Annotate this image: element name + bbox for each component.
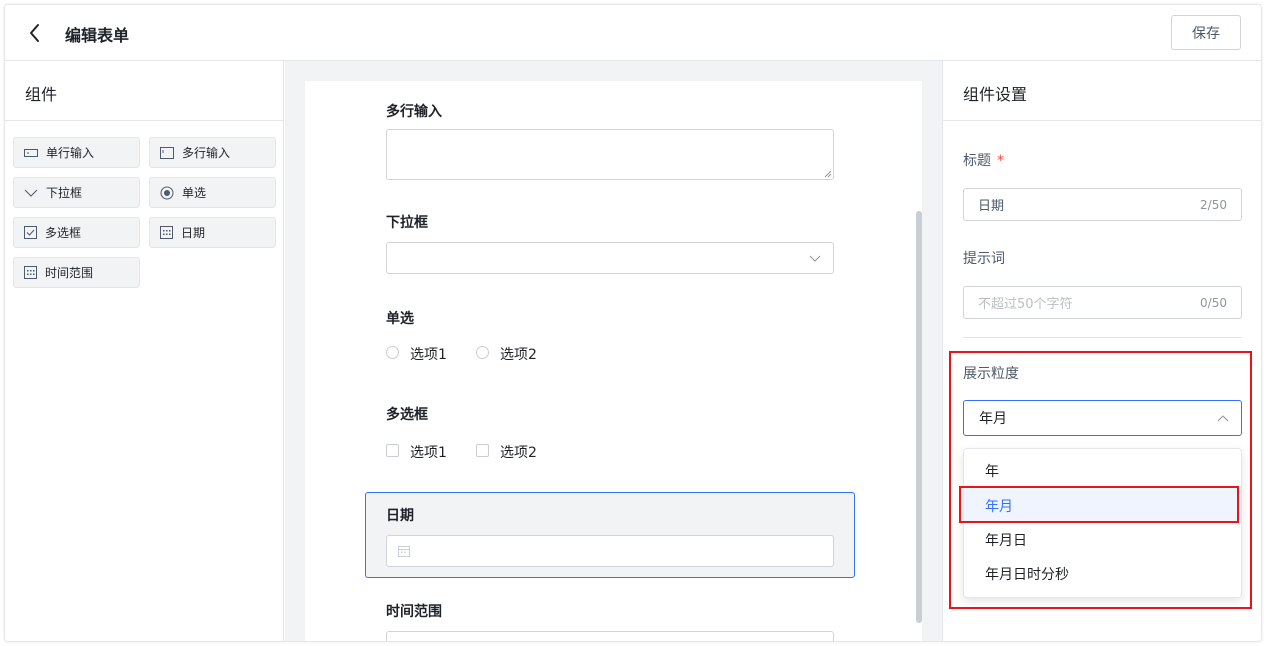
chevron-down-icon	[24, 189, 38, 197]
component-label: 时间范围	[45, 266, 94, 280]
canvas-scrollbar[interactable]	[916, 211, 922, 623]
hint-char-count: 0/50	[1200, 295, 1227, 310]
form-paper: 多行输入 下拉框 单选 选项1 选项2 多选框 选项1 选项2 日期 时间范围	[305, 81, 922, 641]
component-label: 多选框	[45, 226, 82, 240]
component-time-range[interactable]: 时间范围	[13, 257, 140, 288]
component-label: 多行输入	[182, 146, 231, 160]
checkbox-option-1[interactable]	[386, 444, 399, 457]
hint-setting-label: 提示词	[963, 251, 1005, 267]
checkbox-icon	[24, 226, 37, 239]
multiline-field-label: 多行输入	[386, 104, 442, 120]
calendar-icon	[160, 226, 173, 239]
checkbox-option-2[interactable]	[476, 444, 489, 457]
calendar-icon	[24, 266, 37, 279]
settings-panel: 组件设置 标题 * 日期 2/50 提示词 不超过50个字符 0/50 展示粒度 …	[942, 61, 1261, 641]
granularity-option-year-month[interactable]: 年月	[964, 489, 1241, 523]
time-range-input[interactable]	[386, 631, 834, 641]
title-setting-value: 日期	[978, 199, 1005, 214]
required-mark: *	[997, 153, 1004, 169]
multi-line-input-icon	[160, 146, 174, 159]
resize-handle-icon	[824, 170, 832, 178]
divider	[943, 120, 1261, 121]
granularity-dropdown: 年 年月 年月日 年月日时分秒	[963, 448, 1242, 598]
hint-setting-input[interactable]: 不超过50个字符 0/50	[963, 286, 1242, 319]
settings-panel-title: 组件设置	[963, 85, 1028, 104]
component-checkbox[interactable]: 多选框	[13, 217, 140, 248]
save-button[interactable]: 保存	[1171, 15, 1241, 50]
single-line-input-icon	[24, 148, 38, 157]
dropdown-field-label: 下拉框	[386, 215, 428, 231]
components-panel: 组件 单行输入 多行输入 下拉框 单选 多选框 日期 时间范围	[5, 61, 284, 641]
divider	[5, 120, 283, 121]
component-label: 日期	[181, 226, 206, 240]
granularity-select[interactable]: 年月	[963, 400, 1242, 436]
component-radio[interactable]: 单选	[149, 177, 276, 208]
divider	[963, 337, 1242, 338]
dropdown-select[interactable]	[386, 242, 834, 274]
title-setting-label: 标题 *	[963, 150, 1004, 170]
granularity-option-datetime[interactable]: 年月日时分秒	[964, 557, 1241, 591]
component-multi-line-input[interactable]: 多行输入	[149, 137, 276, 168]
top-bar: 编辑表单 保存	[5, 5, 1261, 61]
app-window: 编辑表单 保存 组件 单行输入 多行输入 下拉框 单选 多选框 日期 时间范围 …	[4, 4, 1262, 642]
radio-icon	[160, 186, 174, 199]
title-char-count: 2/50	[1200, 197, 1227, 212]
chevron-up-icon	[1217, 415, 1229, 422]
granularity-selected-value: 年月	[979, 411, 1007, 427]
component-single-line-input[interactable]: 单行输入	[13, 137, 140, 168]
radio-field-label: 单选	[386, 311, 414, 327]
component-label: 单选	[182, 186, 207, 200]
radio-option-label: 选项1	[410, 347, 447, 363]
form-canvas: 多行输入 下拉框 单选 选项1 选项2 多选框 选项1 选项2 日期 时间范围	[285, 61, 942, 641]
back-icon[interactable]	[23, 21, 47, 45]
multiline-textarea[interactable]	[386, 129, 834, 180]
component-date[interactable]: 日期	[149, 217, 276, 248]
checkbox-option-label: 选项1	[410, 445, 447, 461]
radio-option-label: 选项2	[500, 347, 537, 363]
date-field-selected[interactable]: 日期	[365, 492, 855, 578]
date-input[interactable]	[386, 535, 834, 567]
component-label: 下拉框	[46, 186, 83, 200]
granularity-option-year-month-day[interactable]: 年月日	[964, 523, 1241, 557]
page-title: 编辑表单	[65, 26, 130, 45]
checkbox-option-label: 选项2	[500, 445, 537, 461]
calendar-icon	[398, 546, 410, 557]
component-label: 单行输入	[46, 146, 95, 160]
components-panel-title: 组件	[25, 85, 58, 104]
component-dropdown[interactable]: 下拉框	[13, 177, 140, 208]
granularity-option-year[interactable]: 年	[964, 454, 1241, 488]
hint-setting-placeholder: 不超过50个字符	[978, 297, 1073, 312]
granularity-label: 展示粒度	[963, 366, 1019, 382]
radio-option-1[interactable]	[386, 346, 399, 359]
checkbox-field-label: 多选框	[386, 407, 428, 423]
title-setting-label-text: 标题	[963, 153, 991, 169]
date-field-label: 日期	[386, 508, 414, 524]
chevron-down-icon	[809, 255, 821, 262]
radio-option-2[interactable]	[476, 346, 489, 359]
time-range-field-label: 时间范围	[386, 604, 442, 620]
title-setting-input[interactable]: 日期 2/50	[963, 188, 1242, 221]
